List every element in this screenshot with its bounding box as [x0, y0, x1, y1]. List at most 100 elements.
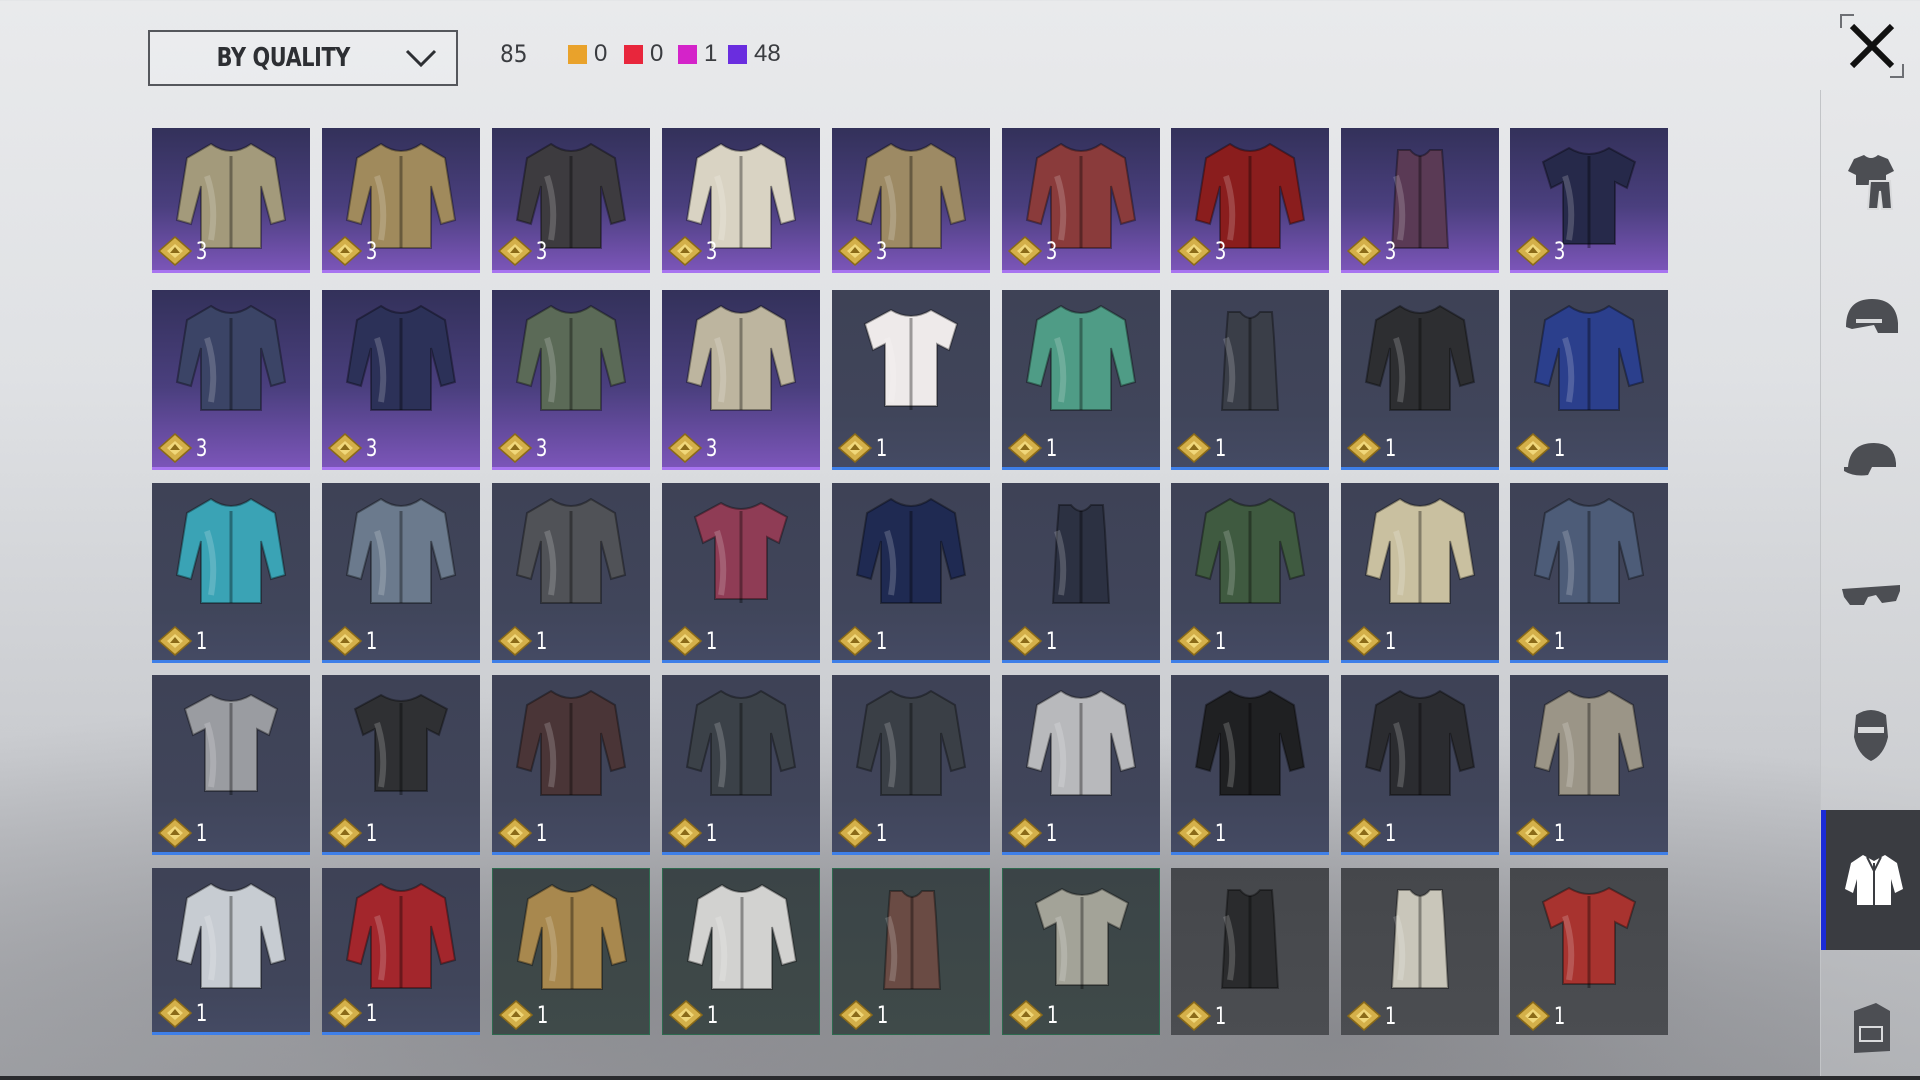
category-sidebar — [1820, 90, 1920, 1080]
item-tile[interactable]: 1 — [1171, 675, 1329, 855]
item-tile[interactable]: 1 — [492, 868, 650, 1035]
item-tile[interactable]: 1 — [662, 483, 820, 663]
item-tile[interactable]: 1 — [1002, 290, 1160, 470]
category-helmet[interactable] — [1821, 250, 1920, 390]
item-tile[interactable]: 1 — [1510, 868, 1668, 1035]
item-tile[interactable]: 1 — [832, 675, 990, 855]
item-tile[interactable]: 3 — [322, 128, 480, 273]
item-tile[interactable]: 1 — [1002, 675, 1160, 855]
item-tile[interactable]: 1 — [322, 868, 480, 1035]
quality-count-legendary: 0 — [568, 40, 607, 68]
diamond-icon — [1177, 236, 1211, 266]
item-tile[interactable]: 1 — [492, 675, 650, 855]
sort-label: BY QUALITY — [216, 43, 350, 73]
item-tile[interactable]: 1 — [832, 483, 990, 663]
item-tile[interactable]: 1 — [322, 483, 480, 663]
category-jacket[interactable] — [1821, 810, 1920, 950]
item-tile[interactable]: 3 — [1002, 128, 1160, 273]
item-count: 3 — [195, 237, 208, 265]
category-glasses[interactable] — [1821, 526, 1920, 666]
item-count: 1 — [1214, 1002, 1227, 1030]
item-tile[interactable]: 3 — [1341, 128, 1499, 273]
diamond-icon — [158, 236, 192, 266]
item-tile[interactable]: 3 — [322, 290, 480, 470]
item-tile[interactable]: 1 — [1171, 868, 1329, 1035]
item-tile[interactable]: 3 — [662, 290, 820, 470]
item-tile[interactable]: 1 — [492, 483, 650, 663]
item-count: 1 — [1553, 627, 1566, 655]
item-tile[interactable]: 3 — [1510, 128, 1668, 273]
category-mask[interactable] — [1821, 664, 1920, 804]
item-count-badge: 3 — [158, 433, 209, 463]
item-tile[interactable]: 1 — [1002, 483, 1160, 663]
item-count-badge: 3 — [668, 433, 719, 463]
item-tile[interactable]: 3 — [492, 128, 650, 273]
rare-swatch — [728, 44, 747, 64]
item-count-badge: 3 — [668, 236, 719, 266]
item-tile[interactable]: 1 — [1002, 868, 1160, 1035]
item-tile[interactable]: 1 — [152, 675, 310, 855]
total-count: 85 — [500, 40, 528, 68]
item-count: 1 — [1384, 819, 1397, 847]
garment-icon — [515, 497, 627, 604]
item-count-badge: 3 — [838, 236, 889, 266]
garment-icon — [693, 501, 789, 603]
item-tile[interactable]: 1 — [662, 868, 820, 1035]
diamond-icon — [838, 433, 872, 463]
item-tile[interactable]: 1 — [1341, 868, 1499, 1035]
item-count-badge: 1 — [498, 818, 549, 848]
item-count-badge: 1 — [1347, 626, 1398, 656]
category-outfit[interactable] — [1821, 112, 1920, 252]
close-button[interactable] — [1840, 14, 1904, 78]
item-tile[interactable]: 1 — [1510, 483, 1668, 663]
item-count-badge: 3 — [1008, 236, 1059, 266]
garment-icon — [345, 882, 457, 989]
item-tile[interactable]: 1 — [1510, 290, 1668, 470]
item-tile[interactable]: 1 — [1341, 290, 1499, 470]
garment-icon — [1533, 497, 1645, 604]
item-count: 3 — [875, 237, 888, 265]
item-count: 1 — [365, 819, 378, 847]
item-tile[interactable]: 1 — [152, 483, 310, 663]
garment-icon — [1034, 887, 1130, 989]
garment-icon — [1364, 689, 1476, 796]
diamond-icon — [1347, 626, 1381, 656]
item-tile[interactable]: 1 — [662, 675, 820, 855]
bottom-strip — [0, 1076, 1920, 1080]
item-count-badge: 1 — [1177, 433, 1228, 463]
item-count: 1 — [1214, 434, 1227, 462]
item-count: 3 — [1045, 237, 1058, 265]
item-tile[interactable]: 1 — [152, 868, 310, 1035]
item-tile[interactable]: 1 — [1341, 483, 1499, 663]
item-count-badge: 1 — [158, 998, 209, 1028]
item-tile[interactable]: 3 — [832, 128, 990, 273]
item-count: 1 — [1214, 819, 1227, 847]
item-tile[interactable]: 1 — [1171, 290, 1329, 470]
category-cap[interactable] — [1821, 388, 1920, 528]
item-tile[interactable]: 3 — [662, 128, 820, 273]
item-tile[interactable]: 3 — [492, 290, 650, 470]
item-count-badge: 1 — [1177, 818, 1228, 848]
sort-dropdown[interactable]: BY QUALITY — [148, 30, 458, 86]
item-tile[interactable]: 1 — [1341, 675, 1499, 855]
item-count: 1 — [1045, 819, 1058, 847]
item-tile[interactable]: 3 — [1171, 128, 1329, 273]
item-count-badge: 1 — [1008, 626, 1059, 656]
item-tile[interactable]: 3 — [152, 290, 310, 470]
category-backpack[interactable] — [1821, 958, 1920, 1080]
item-tile[interactable]: 1 — [1510, 675, 1668, 855]
item-tile[interactable]: 1 — [832, 290, 990, 470]
garment-icon — [685, 304, 797, 411]
item-count-badge: 1 — [668, 818, 719, 848]
diamond-icon — [669, 1000, 703, 1030]
item-tile[interactable]: 1 — [832, 868, 990, 1035]
item-count: 1 — [535, 627, 548, 655]
item-count: 1 — [706, 1001, 719, 1029]
item-tile[interactable]: 3 — [152, 128, 310, 273]
diamond-icon — [1516, 433, 1550, 463]
item-tile[interactable]: 1 — [1171, 483, 1329, 663]
item-tile[interactable]: 1 — [322, 675, 480, 855]
item-count: 1 — [1384, 627, 1397, 655]
jacket-icon — [1844, 855, 1903, 905]
item-count-badge: 3 — [1177, 236, 1228, 266]
